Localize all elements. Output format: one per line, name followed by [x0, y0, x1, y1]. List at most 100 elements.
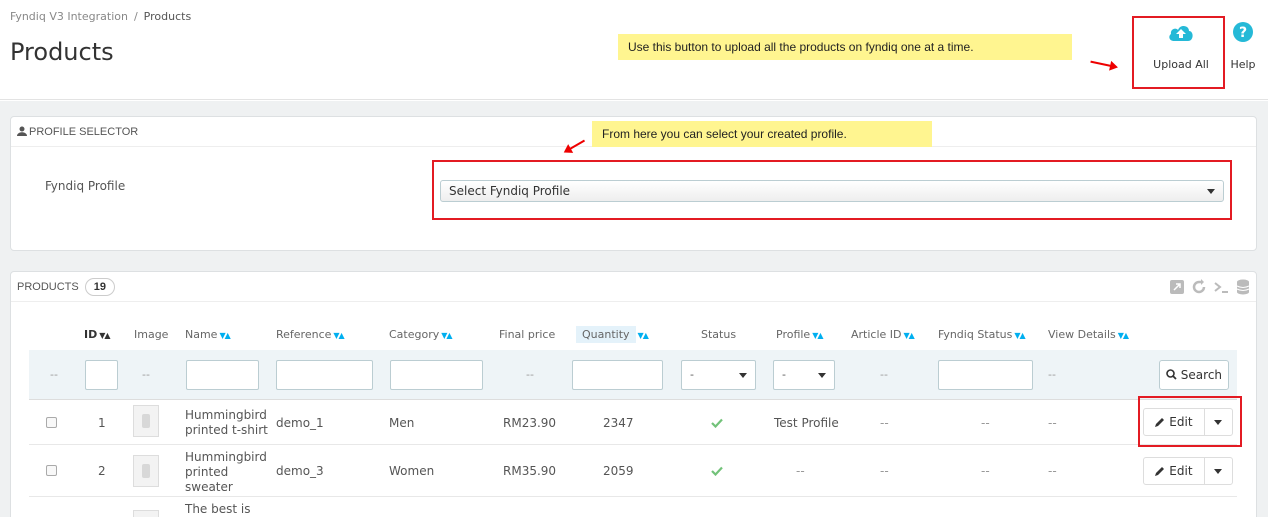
edit-highlight-box [1138, 396, 1242, 447]
row-id: 1 [98, 416, 106, 430]
profile-select-highlight-box [432, 160, 1232, 220]
row-quantity: 2347 [603, 416, 634, 430]
column-header-profile[interactable]: Profile ▼▲ [776, 328, 824, 341]
row-profile: Test Profile [774, 416, 839, 430]
products-heading: PRODUCTS 19 [11, 272, 1256, 302]
filter-placeholder: -- [880, 368, 888, 381]
help-label: Help [1230, 58, 1256, 71]
help-button[interactable]: ? Help [1226, 22, 1260, 71]
column-header-reference-label: Reference [276, 328, 332, 341]
column-header-reference[interactable]: Reference ▼▲ [276, 328, 345, 341]
column-header-profile-label: Profile [776, 328, 811, 341]
database-icon[interactable] [1234, 278, 1252, 296]
row-price: RM35.90 [503, 464, 557, 478]
filter-name-input[interactable] [186, 360, 259, 390]
product-count-badge: 19 [84, 278, 115, 296]
profile-annotation-note: From here you can select your created pr… [592, 121, 932, 147]
breadcrumb: Fyndiq V3 Integration / Products [10, 10, 191, 23]
profile-selector-title: PROFILE SELECTOR [29, 126, 139, 138]
filter-profile-select[interactable]: - [773, 360, 835, 390]
sort-arrows-icon[interactable]: ▼▲ [1118, 331, 1129, 340]
column-header-quantity[interactable]: Quantity ▼▲ [576, 326, 649, 343]
row-category: Men [389, 416, 415, 430]
column-header-category-label: Category [389, 328, 440, 341]
column-header-name[interactable]: Name ▼▲ [185, 328, 231, 341]
sort-arrows-icon[interactable]: ▼▲ [441, 331, 452, 340]
export-icon[interactable] [1168, 278, 1186, 296]
edit-dropdown-toggle[interactable] [1204, 458, 1232, 484]
breadcrumb-separator: / [133, 10, 138, 23]
chevron-down-icon [739, 373, 747, 378]
column-header-id[interactable]: ID ▼▲ [84, 328, 111, 341]
column-header-view-details-label: View Details [1048, 328, 1116, 341]
filter-status-value: - [690, 368, 694, 381]
upload-highlight-box [1132, 16, 1225, 89]
product-thumbnail [133, 510, 159, 517]
row-category: Women [389, 464, 435, 478]
row-name: Hummingbird printed t-shirt [185, 408, 268, 437]
column-header-id-label: ID [84, 328, 98, 341]
column-header-article-id[interactable]: Article ID ▼▲ [851, 328, 915, 341]
row-profile: -- [796, 464, 805, 478]
search-icon [1166, 369, 1177, 380]
row-name: Hummingbird printed sweater [185, 450, 267, 494]
column-header-fyndiq-status-label: Fyndiq Status [938, 328, 1013, 341]
filter-reference-input[interactable] [276, 360, 373, 390]
row-fyndiq-status: -- [981, 464, 990, 478]
svg-text:?: ? [1239, 25, 1247, 41]
breadcrumb-current: Products [143, 10, 192, 23]
filter-placeholder: -- [1048, 368, 1056, 381]
sort-arrows-icon[interactable]: ▼▲ [333, 331, 344, 340]
row-reference: demo_3 [276, 464, 324, 478]
column-header-view-details[interactable]: View Details ▼▲ [1048, 328, 1129, 341]
refresh-icon[interactable] [1190, 278, 1208, 296]
search-button-label: Search [1180, 368, 1223, 382]
filter-fyndiq-status-input[interactable] [938, 360, 1033, 390]
column-header-final-price: Final price [499, 328, 555, 341]
sql-query-icon[interactable] [1212, 278, 1230, 296]
chevron-down-icon [818, 373, 826, 378]
column-header-article-id-label: Article ID [851, 328, 902, 341]
column-header-image: Image [134, 328, 168, 341]
product-thumbnail [133, 405, 159, 437]
sort-arrows-icon[interactable]: ▼▲ [219, 331, 230, 340]
sort-arrows-icon[interactable]: ▼▲ [812, 331, 823, 340]
row-article-id: -- [880, 464, 889, 478]
row-id: 2 [98, 464, 106, 478]
filter-profile-value: - [782, 368, 786, 381]
column-header-final-price-label: Final price [499, 328, 556, 341]
breadcrumb-parent[interactable]: Fyndiq V3 Integration [10, 10, 128, 23]
row-fyndiq-status: -- [981, 416, 990, 430]
column-header-category[interactable]: Category ▼▲ [389, 328, 453, 341]
upload-annotation-note: Use this button to upload all the produc… [618, 34, 1072, 60]
sort-arrows-icon[interactable]: ▼▲ [1014, 331, 1025, 340]
products-title: PRODUCTS [17, 281, 79, 293]
filter-category-input[interactable] [390, 360, 483, 390]
column-header-status-label: Status [701, 328, 737, 341]
column-header-status: Status [701, 328, 736, 341]
panel-toolbar [1168, 278, 1252, 296]
row-actions: Edit [1143, 457, 1233, 485]
column-header-image-label: Image [134, 328, 169, 341]
check-icon [711, 466, 723, 476]
filter-status-select[interactable]: - [681, 360, 756, 390]
sort-arrows-icon[interactable]: ▼▲ [99, 331, 110, 340]
column-header-name-label: Name [185, 328, 218, 341]
edit-button-label: Edit [1169, 464, 1193, 478]
sort-arrows-icon[interactable]: ▼▲ [904, 331, 915, 340]
page-title: Products [10, 38, 114, 66]
filter-quantity-input[interactable] [572, 360, 663, 390]
row-article-id: -- [880, 416, 889, 430]
sort-arrows-icon[interactable]: ▼▲ [638, 331, 649, 340]
row-checkbox[interactable] [46, 417, 57, 428]
row-checkbox[interactable] [46, 465, 57, 476]
row-view-details: -- [1048, 416, 1057, 430]
filter-placeholder: -- [142, 368, 150, 381]
product-thumbnail [133, 455, 159, 487]
row-quantity: 2059 [603, 464, 634, 478]
search-button[interactable]: Search [1159, 360, 1229, 390]
filter-id-input[interactable] [85, 360, 118, 390]
row-price: RM23.90 [503, 416, 557, 430]
edit-button[interactable]: Edit [1144, 458, 1204, 484]
column-header-fyndiq-status[interactable]: Fyndiq Status ▼▲ [938, 328, 1026, 341]
